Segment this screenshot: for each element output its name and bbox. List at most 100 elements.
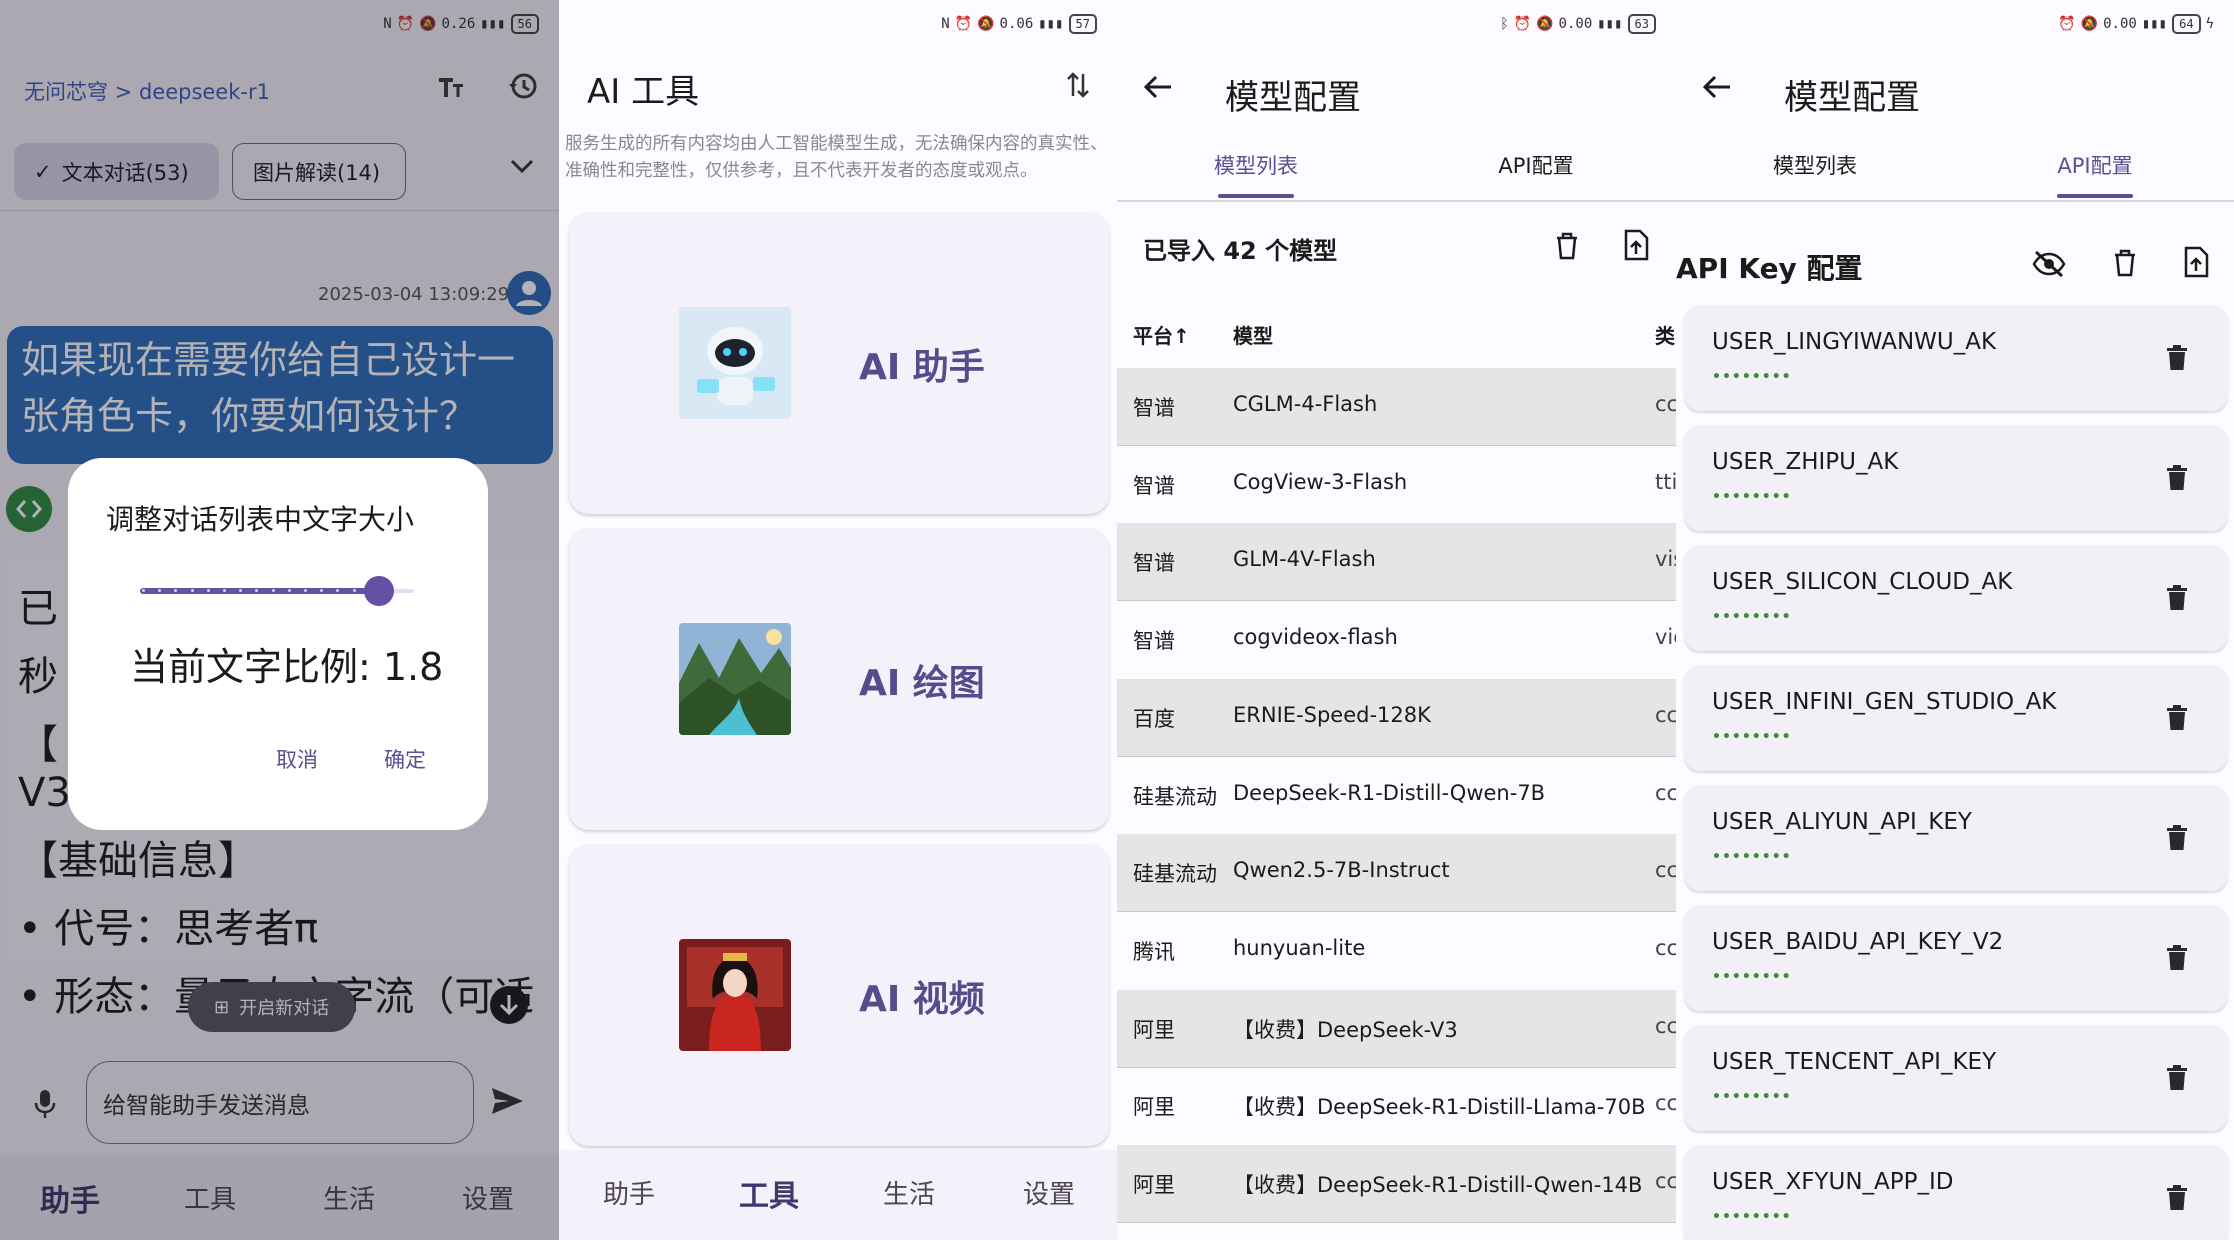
visibility-off-icon[interactable]	[2032, 250, 2066, 278]
signal-icon: ▮▮▮	[2141, 16, 2168, 32]
net-speed: 0.06	[999, 16, 1034, 32]
model-list-screen: ᛒ ⏰ 🔕 0.00 ▮▮▮ 63 模型配置 模型列表 API配置 已导入 42…	[1117, 0, 1676, 1240]
mute-icon: 🔕	[1536, 16, 1554, 32]
table-row[interactable]: 智谱 CGLM-4-Flash cc	[1117, 368, 1676, 446]
api-key-card[interactable]: USER_ZHIPU_AK ••••••••	[1684, 425, 2228, 531]
tab-model-list[interactable]: 模型列表	[1676, 150, 1954, 180]
table-row[interactable]: 智谱 CogView-3-Flash tti	[1117, 446, 1676, 524]
cell-type: cc	[1655, 858, 1676, 883]
api-key-masked-value[interactable]: ••••••••	[1712, 1089, 1792, 1105]
table-row[interactable]: 腾讯 hunyuan-lite cc	[1117, 912, 1676, 990]
nav-settings[interactable]: 设置	[989, 1150, 1109, 1235]
api-key-name: USER_SILICON_CLOUD_AK	[1712, 569, 2013, 595]
api-key-masked-value[interactable]: ••••••••	[1712, 729, 1792, 745]
cell-platform: 百度	[1133, 706, 1175, 731]
landscape-illustration-icon	[679, 623, 791, 735]
cell-platform: 智谱	[1133, 551, 1175, 576]
cell-platform: 硅基流动	[1133, 862, 1217, 887]
delete-key-icon[interactable]	[2166, 1183, 2188, 1211]
api-key-card[interactable]: USER_TENCENT_API_KEY ••••••••	[1684, 1025, 2228, 1131]
tab-api-config[interactable]: API配置	[1956, 150, 2234, 180]
tool-card-drawing[interactable]: AI 绘图	[569, 528, 1109, 830]
column-model[interactable]: 模型	[1233, 320, 1273, 349]
cell-model: 【收费】DeepSeek-R1-Distill-Llama-70B	[1233, 1095, 1646, 1120]
signal-icon: ▮▮▮	[1597, 16, 1623, 32]
cell-model: CGLM-4-Flash	[1233, 392, 1378, 416]
cell-platform: 智谱	[1133, 396, 1175, 420]
cell-type: cc	[1655, 1169, 1676, 1193]
nav-tools[interactable]: 工具	[709, 1150, 829, 1235]
delete-all-icon[interactable]	[1554, 231, 1580, 261]
delete-key-icon[interactable]	[2166, 703, 2188, 731]
table-row[interactable]: 硅基流动 Qwen2.5-7B-Instruct cc	[1117, 834, 1676, 913]
api-key-name: USER_TENCENT_API_KEY	[1712, 1049, 1997, 1075]
cell-model: 【收费】DeepSeek-R1-Distill-Qwen-14B	[1233, 1173, 1643, 1197]
nav-life[interactable]: 生活	[849, 1150, 969, 1235]
cell-model: 【收费】DeepSeek-V3	[1233, 1017, 1458, 1042]
bluetooth-icon: ᛒ	[1500, 16, 1509, 32]
page-title: AI 工具	[587, 72, 700, 112]
import-file-icon[interactable]	[2182, 246, 2210, 278]
nav-assistant[interactable]: 助手	[569, 1150, 689, 1235]
back-arrow-icon[interactable]	[1143, 74, 1173, 100]
api-key-masked-value[interactable]: ••••••••	[1712, 369, 1792, 385]
battery-level: 63	[1627, 14, 1656, 34]
api-key-card[interactable]: USER_BAIDU_API_KEY_V2 ••••••••	[1684, 905, 2228, 1011]
import-file-icon[interactable]	[1622, 229, 1650, 261]
table-row[interactable]: 阿里 【收费】DeepSeek-R1-Distill-Qwen-14B cc	[1117, 1145, 1676, 1223]
table-row[interactable]: 智谱 cogvideox-flash vic	[1117, 601, 1676, 679]
alarm-icon: ⏰	[2058, 16, 2076, 32]
delete-key-icon[interactable]	[2166, 1063, 2188, 1091]
font-size-dialog: 调整对话列表中文字大小 当前文字比例: 1.8 取消 确定	[68, 458, 488, 830]
api-key-masked-value[interactable]: ••••••••	[1712, 849, 1792, 865]
api-key-card[interactable]: USER_ALIYUN_API_KEY ••••••••	[1684, 785, 2228, 891]
table-row[interactable]: 阿里 【收费】DeepSeek-V3 cc	[1117, 989, 1676, 1068]
api-key-masked-value[interactable]: ••••••••	[1712, 609, 1792, 625]
delete-key-icon[interactable]	[2166, 343, 2188, 371]
tab-indicator	[1218, 194, 1294, 198]
cancel-button[interactable]: 取消	[276, 744, 318, 774]
api-key-name: USER_ZHIPU_AK	[1712, 449, 1899, 475]
delete-key-icon[interactable]	[2166, 463, 2188, 491]
table-row[interactable]: 百度 ERNIE-Speed-128K cc	[1117, 678, 1676, 757]
alarm-icon: ⏰	[1513, 16, 1532, 32]
api-key-card[interactable]: USER_INFINI_GEN_STUDIO_AK ••••••••	[1684, 665, 2228, 771]
mute-icon: 🔕	[977, 16, 995, 32]
slider-ticks	[142, 589, 372, 593]
tab-api-config[interactable]: API配置	[1397, 150, 1675, 180]
api-key-name: USER_XFYUN_APP_ID	[1712, 1169, 1954, 1195]
tab-model-list[interactable]: 模型列表	[1117, 150, 1395, 180]
api-key-masked-value[interactable]: ••••••••	[1712, 969, 1792, 985]
delete-key-icon[interactable]	[2166, 943, 2188, 971]
table-row[interactable]: 硅基流动 DeepSeek-R1-Distill-Qwen-7B cc	[1117, 757, 1676, 835]
portrait-illustration-icon	[679, 939, 791, 1051]
delete-key-icon[interactable]	[2166, 583, 2188, 611]
api-config-screen: ⏰ 🔕 0.00 ▮▮▮ 64 ϟ 模型配置 模型列表 API配置 API Ke…	[1676, 0, 2234, 1240]
tool-card-video[interactable]: AI 视频	[569, 844, 1109, 1146]
api-key-masked-value[interactable]: ••••••••	[1712, 1209, 1792, 1225]
column-platform[interactable]: 平台↑	[1133, 320, 1231, 349]
cell-model: Qwen2.5-7B-Instruct	[1233, 858, 1450, 883]
confirm-button[interactable]: 确定	[384, 744, 426, 774]
sort-icon[interactable]	[1065, 70, 1091, 100]
bottom-nav: 助手 工具 生活 设置	[559, 1150, 1117, 1240]
delete-key-icon[interactable]	[2166, 823, 2188, 851]
back-arrow-icon[interactable]	[1702, 74, 1732, 100]
column-type[interactable]: 类	[1655, 320, 1676, 349]
api-key-card[interactable]: USER_XFYUN_APP_ID ••••••••	[1684, 1145, 2228, 1240]
cell-platform: 阿里	[1133, 1173, 1175, 1197]
page-title: 模型配置	[1784, 78, 1920, 118]
cell-model: ERNIE-Speed-128K	[1233, 702, 1431, 727]
table-row[interactable]: 智谱 GLM-4V-Flash vis	[1117, 523, 1676, 602]
cell-type: cc	[1655, 1013, 1676, 1038]
tools-screen: N ⏰ 🔕 0.06 ▮▮▮ 57 AI 工具 服务生成的所有内容均由人工智能模…	[559, 0, 1117, 1240]
battery-level: 57	[1068, 14, 1097, 34]
table-row[interactable]: 阿里 【收费】DeepSeek-R1-Distill-Llama-70B cc	[1117, 1067, 1676, 1145]
api-key-card[interactable]: USER_SILICON_CLOUD_AK ••••••••	[1684, 545, 2228, 651]
api-key-card[interactable]: USER_LINGYIWANWU_AK ••••••••	[1684, 305, 2228, 411]
slider-thumb[interactable]	[364, 576, 394, 606]
tool-card-assistant[interactable]: AI 助手	[569, 212, 1109, 514]
net-speed: 0.00	[1558, 16, 1593, 32]
api-key-masked-value[interactable]: ••••••••	[1712, 489, 1792, 505]
delete-all-icon[interactable]	[2112, 248, 2138, 278]
